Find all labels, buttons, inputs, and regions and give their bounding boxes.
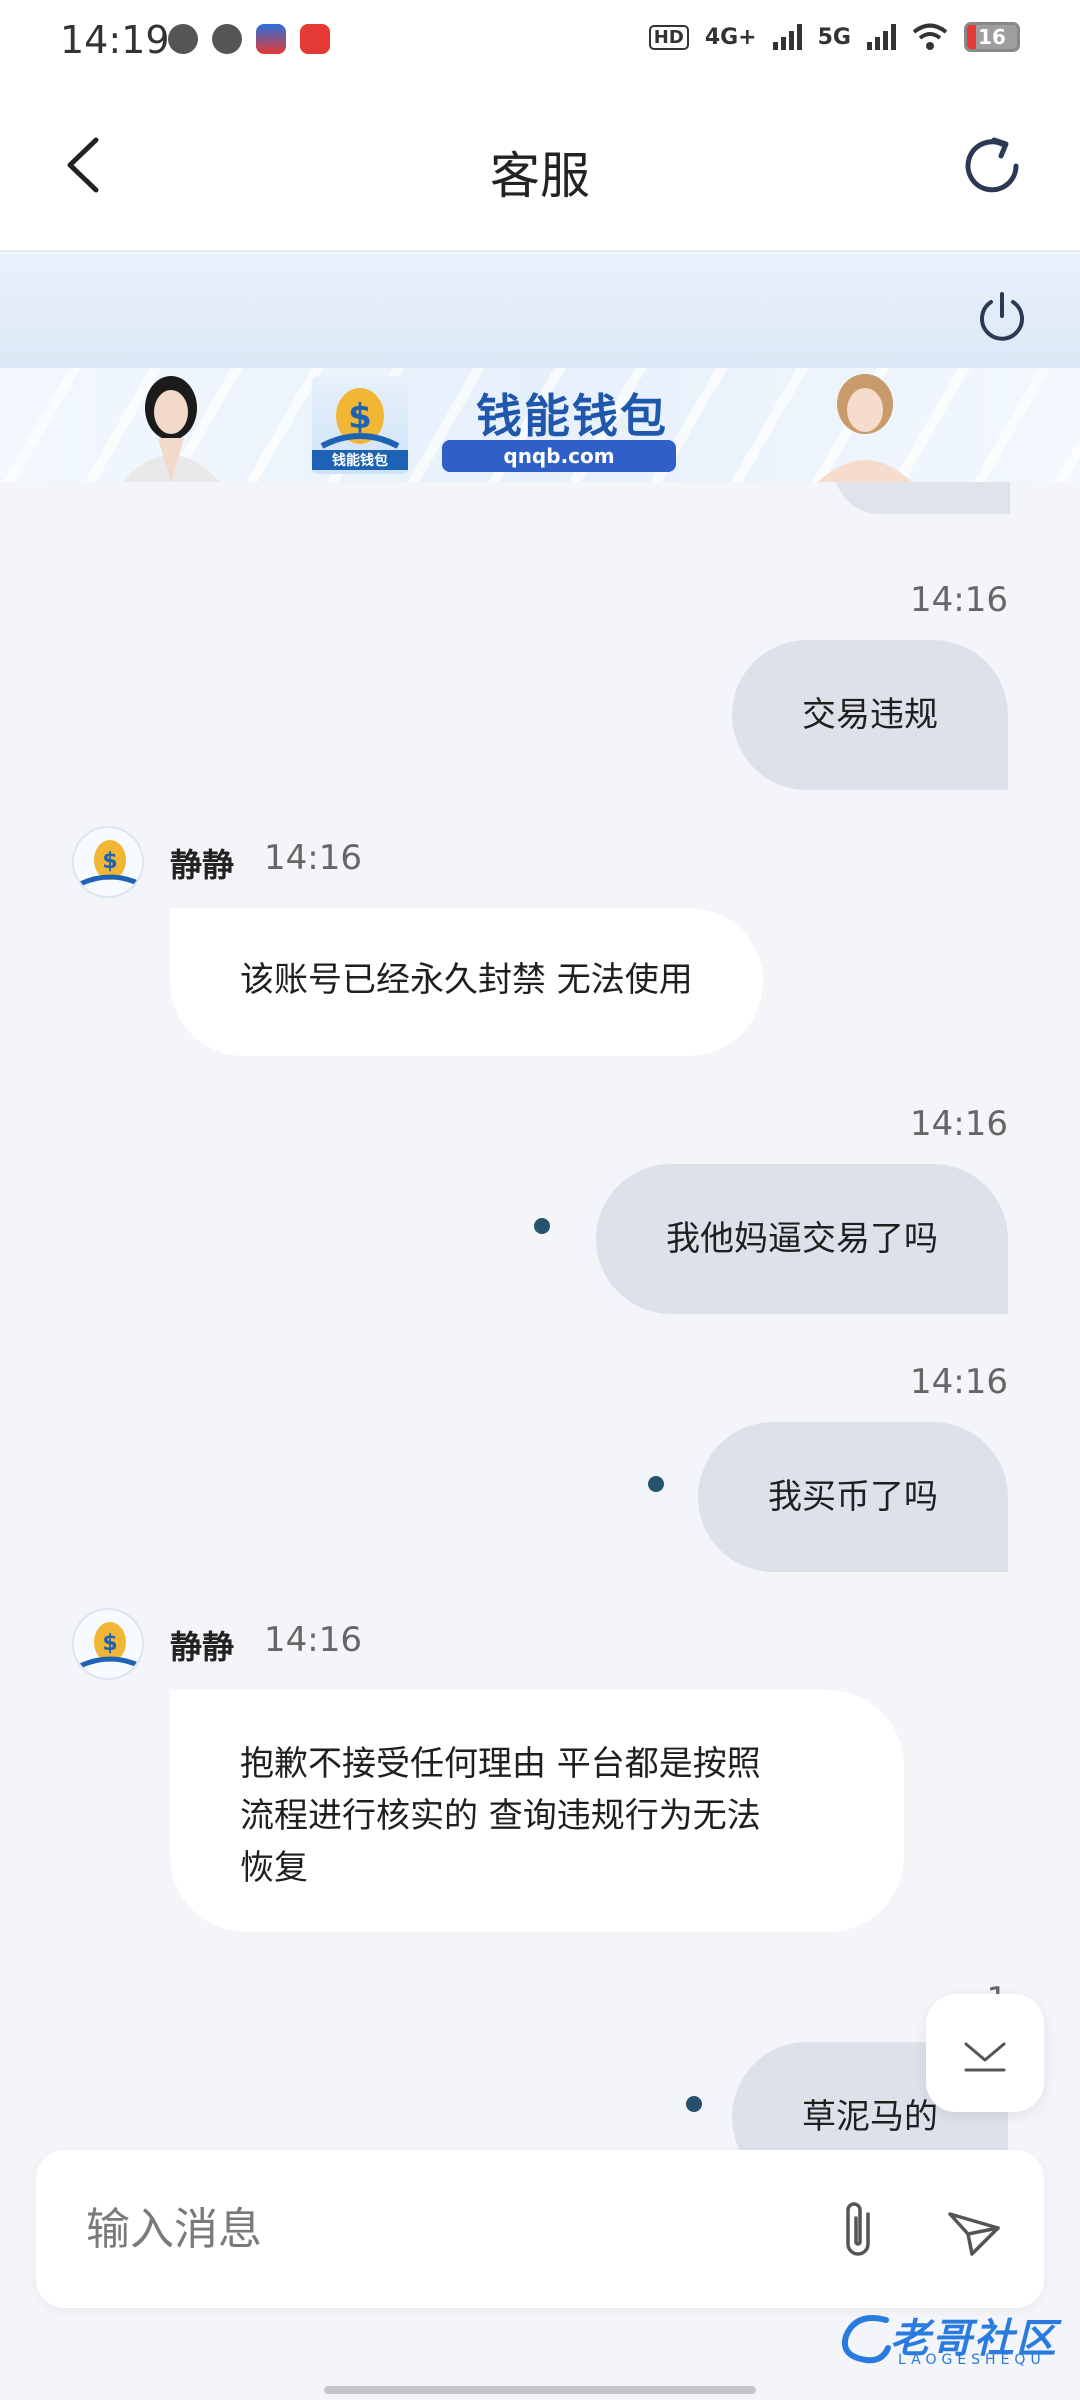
- red-app-icon: [300, 24, 330, 54]
- refresh-button[interactable]: [956, 130, 1028, 202]
- scroll-to-bottom-button[interactable]: [926, 1994, 1044, 2112]
- sender-name: 静静: [170, 846, 235, 884]
- avatar[interactable]: $: [72, 826, 144, 898]
- power-icon: [980, 292, 1024, 341]
- send-icon: [948, 2212, 1000, 2256]
- ad-model-right-image: [818, 374, 912, 482]
- network-label-2: 5G: [817, 24, 851, 50]
- avatar-logo-icon: $: [78, 1622, 142, 1669]
- svg-text:$: $: [102, 1631, 117, 1656]
- hd-label: HD: [648, 24, 689, 50]
- app-icon: [256, 24, 286, 54]
- message-time: 14:16: [910, 580, 1008, 620]
- send-button[interactable]: [936, 2192, 1012, 2268]
- refresh-icon: [965, 137, 1019, 193]
- status-time: 14:19: [60, 18, 170, 62]
- avatar-logo-icon: $: [78, 840, 142, 887]
- chat-area[interactable]: 14:16 交易违规 $ 静静 14:16 该账号已经永久封禁 无法使用 14:…: [0, 482, 1080, 2150]
- message-time: 14:16: [264, 838, 362, 878]
- status-bar: 14:19 HD 4G+ 5G 16: [0, 0, 1080, 80]
- watermark-subtext: LAOGESHEQU: [898, 2352, 1046, 2368]
- home-indicator[interactable]: [324, 2386, 756, 2394]
- power-button[interactable]: [974, 288, 1030, 344]
- wifi-icon: [912, 23, 948, 50]
- ad-url: qnqb.com: [442, 440, 676, 472]
- outgoing-message[interactable]: 交易违规: [732, 640, 1008, 790]
- ad-logo-text: 钱能钱包: [312, 450, 408, 470]
- message-time: 14:16: [910, 1104, 1008, 1144]
- message-composer: [36, 2150, 1044, 2308]
- incoming-message[interactable]: 抱歉不接受任何理由 平台都是按照 流程进行核实的 查询违规行为无法 恢复: [170, 1690, 904, 1932]
- previous-message-bubble: [834, 482, 1010, 514]
- ad-brand: 钱能钱包: [476, 389, 668, 443]
- svg-text:$: $: [102, 849, 117, 874]
- outgoing-message[interactable]: 我他妈逼交易了吗: [596, 1164, 1008, 1314]
- chevron-down-icon: [964, 2042, 1006, 2072]
- dragon-logo-icon: [842, 2315, 891, 2364]
- signal-icon-2: [867, 24, 896, 50]
- battery-icon: 16: [964, 22, 1020, 52]
- message-line: 流程进行核实的 查询违规行为无法: [240, 1796, 761, 1836]
- unread-dot: [648, 1476, 664, 1492]
- message-line: 恢复: [240, 1848, 308, 1888]
- sender-name: 静静: [170, 1628, 235, 1666]
- page-title: 客服: [490, 147, 590, 205]
- message-line: 抱歉不接受任何理由 平台都是按照: [240, 1744, 761, 1784]
- chat-icon: [212, 24, 242, 54]
- money-bag-icon: $: [320, 388, 400, 449]
- watermark: 老哥社区 LAOGESHEQU: [836, 2302, 1066, 2374]
- attach-button[interactable]: [822, 2192, 898, 2268]
- chat-topbar: [0, 254, 1080, 368]
- header: 客服: [0, 80, 1080, 252]
- svg-text:$: $: [348, 397, 372, 437]
- incoming-message[interactable]: 该账号已经永久封禁 无法使用: [170, 908, 763, 1056]
- outgoing-message[interactable]: 我买币了吗: [698, 1422, 1008, 1572]
- network-label-1: 4G+: [704, 24, 757, 50]
- message-input[interactable]: [86, 2194, 786, 2264]
- unread-dot: [534, 1218, 550, 1234]
- ad-model-left-image: [122, 376, 220, 482]
- signal-icon: [772, 24, 802, 50]
- unread-dot: [686, 2096, 702, 2112]
- message-time: 14:16: [910, 1362, 1008, 1402]
- status-right: HD 4G+ 5G 16: [648, 22, 1020, 52]
- ad-banner[interactable]: $ 钱能钱包 钱能钱包 qnqb.com: [0, 368, 1080, 482]
- notification-icons: [168, 24, 330, 54]
- message-time: 14:16: [264, 1620, 362, 1660]
- ad-logo: $ 钱能钱包: [312, 376, 408, 474]
- message-bubble-icon: [168, 24, 198, 54]
- avatar[interactable]: $: [72, 1608, 144, 1680]
- paperclip-icon: [846, 2202, 870, 2256]
